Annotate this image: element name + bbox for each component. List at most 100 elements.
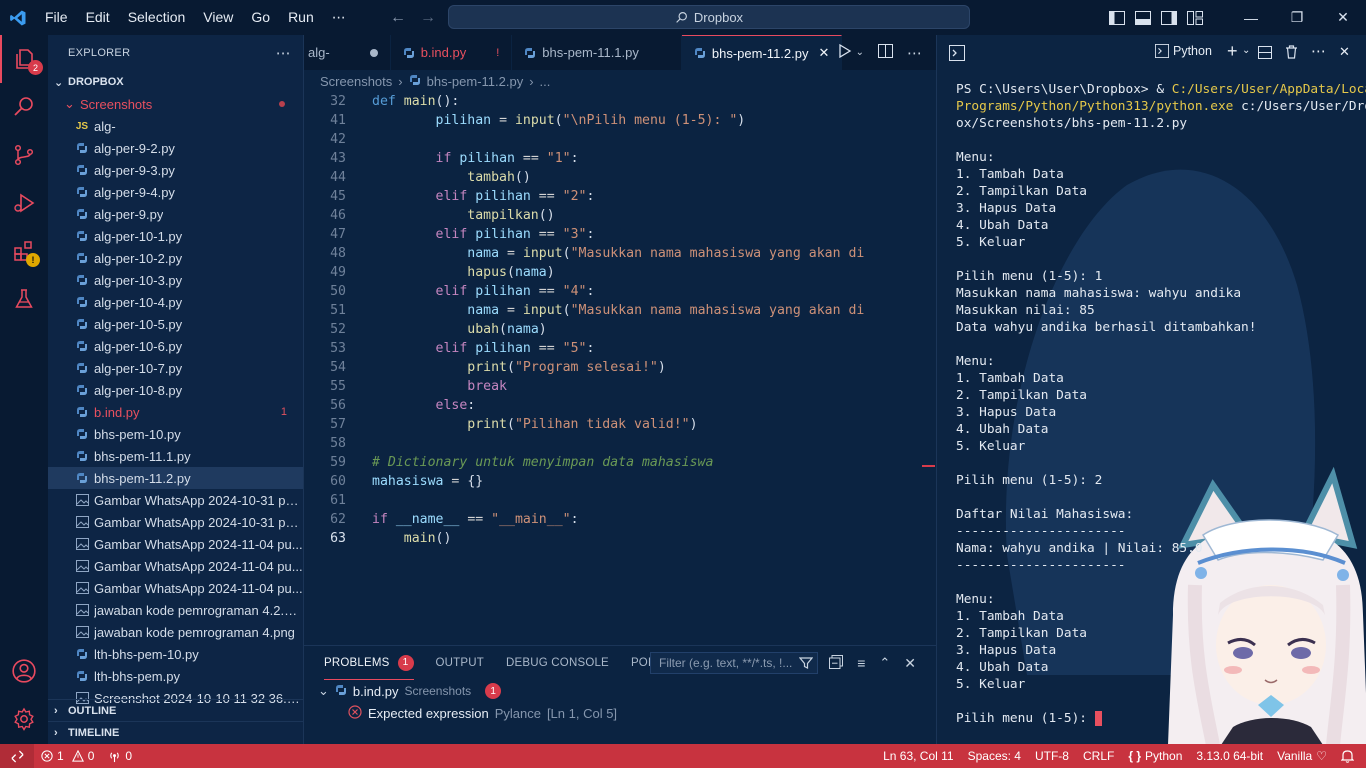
terminal-shell-selector[interactable]: Python [1155,44,1212,58]
breadcrumb-folder[interactable]: Screenshots [320,74,392,89]
ports-status[interactable]: 0 [101,744,139,768]
file-item[interactable]: jawaban kode pemrograman 4.2.png [48,599,303,621]
menu-edit[interactable]: Edit [77,0,119,35]
indentation[interactable]: Spaces: 4 [961,744,1028,768]
split-editor-icon[interactable] [878,44,893,61]
file-item[interactable]: alg-per-10-4.py [48,291,303,313]
problem-item[interactable]: Expected expression Pylance [Ln 1, Col 5… [304,702,936,724]
tab-output[interactable]: OUTPUT [436,646,484,680]
close-panel-icon[interactable]: ✕ [904,655,916,672]
file-item[interactable]: alg-per-9-4.py [48,181,303,203]
file-item[interactable]: lth-bhs-pem.py [48,665,303,687]
file-item[interactable]: bhs-pem-10.py [48,423,303,445]
manage-gear-icon[interactable] [0,695,48,743]
extensions-icon[interactable]: ! [0,227,48,275]
maximize-panel-chevron-icon[interactable]: ⌃ [879,655,890,671]
new-terminal-chevron-icon[interactable]: ⌄ [1242,45,1250,56]
encoding[interactable]: UTF-8 [1028,744,1076,768]
menu-file[interactable]: File [36,0,77,35]
split-terminal-icon[interactable] [1258,46,1272,62]
remote-indicator[interactable] [0,744,34,768]
file-item[interactable]: Gambar WhatsApp 2024-11-04 pu... [48,577,303,599]
file-item[interactable]: bhs-pem-11.1.py [48,445,303,467]
file-item[interactable]: alg-per-9-2.py [48,137,303,159]
close-window-icon[interactable]: ✕ [1320,0,1366,35]
file-item[interactable]: jawaban kode pemrograman 4.png [48,621,303,643]
back-arrow-icon[interactable]: ← [390,9,406,27]
outline-section[interactable]: › OUTLINE [48,699,303,721]
explorer-more-icon[interactable]: ⋯ [276,44,291,62]
workspace-root[interactable]: ⌄ DROPBOX [48,71,303,93]
terminal-output[interactable]: PS C:\Users\User\Dropbox> & C:/Users/Use… [956,81,1366,727]
theme-indicator[interactable]: Vanilla ♡ [1270,744,1334,768]
end-of-line[interactable]: CRLF [1076,744,1121,768]
kill-terminal-trash-icon[interactable] [1285,45,1298,62]
unsaved-dot-icon[interactable] [369,48,378,57]
collapse-all-icon[interactable] [829,654,844,672]
file-item[interactable]: alg-per-10-7.py [48,357,303,379]
tab-problems[interactable]: PROBLEMS 1 [324,646,414,680]
file-item[interactable]: bhs-pem-11.2.py [48,467,303,489]
file-item[interactable]: alg-per-10-1.py [48,225,303,247]
menu-selection[interactable]: Selection [119,0,195,35]
menu-more[interactable]: ⋯ [323,0,355,35]
terminal-icon[interactable] [949,45,965,64]
breadcrumb-file[interactable]: bhs-pem-11.2.py [427,74,524,89]
toggle-primary-sidebar-icon[interactable] [1104,0,1130,35]
vscode-logo-icon[interactable] [0,0,36,35]
close-tab-icon[interactable]: ✕ [818,45,829,61]
filter-funnel-icon[interactable] [798,656,814,673]
search-view-icon[interactable] [0,83,48,131]
file-item[interactable]: Gambar WhatsApp 2024-10-31 pu... [48,489,303,511]
notifications-bell-icon[interactable] [1334,744,1366,768]
code-editor[interactable]: 32 def main(): 41 pilihan = input("\nPilih… [304,92,936,548]
cursor-position[interactable]: Ln 63, Col 11 [876,744,961,768]
file-item[interactable]: Gambar WhatsApp 2024-10-31 pu... [48,511,303,533]
customize-layout-icon[interactable] [1182,0,1208,35]
file-item[interactable]: alg-per-10-5.py [48,313,303,335]
file-item[interactable]: alg-per-10-3.py [48,269,303,291]
editor-tab[interactable]: alg- [304,35,391,70]
menu-view[interactable]: View [194,0,242,35]
file-item[interactable]: alg-per-10-8.py [48,379,303,401]
problems-filter-input[interactable]: Filter (e.g. text, **/*.ts, !... [650,652,818,674]
close-terminal-icon[interactable]: ✕ [1339,44,1350,60]
run-python-file-icon[interactable] [838,43,852,61]
python-interpreter[interactable]: 3.13.0 64-bit [1189,744,1270,768]
editor-more-icon[interactable]: ⋯ [907,44,922,62]
file-item[interactable]: JS alg- [48,115,303,137]
file-item[interactable]: Gambar WhatsApp 2024-11-04 pu... [48,555,303,577]
file-item[interactable]: alg-per-10-2.py [48,247,303,269]
editor-tab[interactable]: bhs-pem-11.1.py [512,35,682,70]
editor-tab[interactable]: b.ind.py! [391,35,513,70]
problems-status[interactable]: 1 0 [34,744,101,768]
editor-tab[interactable]: bhs-pem-11.2.py ✕ [681,35,843,70]
timeline-section[interactable]: › TIMELINE [48,721,303,743]
explorer-icon[interactable]: 2 [0,35,48,83]
minimize-icon[interactable]: — [1228,0,1274,35]
file-item[interactable]: lth-bhs-pem-10.py [48,643,303,665]
view-as-tree-icon[interactable]: ≡ [857,655,865,671]
file-item[interactable]: Gambar WhatsApp 2024-11-04 pu... [48,533,303,555]
breadcrumb-symbol[interactable]: ... [540,74,551,89]
accounts-icon[interactable] [0,647,48,695]
terminal-more-icon[interactable]: ⋯ [1311,42,1326,60]
new-terminal-plus-icon[interactable]: + [1227,41,1238,62]
folder-screenshots[interactable]: ⌄ Screenshots [48,93,303,115]
testing-flask-icon[interactable] [0,275,48,323]
file-item[interactable]: b.ind.py 1 [48,401,303,423]
problem-file-row[interactable]: ⌄ b.ind.py Screenshots 1 [304,680,936,702]
command-center-search[interactable]: Dropbox [448,5,970,29]
file-item[interactable]: alg-per-9.py [48,203,303,225]
toggle-panel-icon[interactable] [1130,0,1156,35]
toggle-secondary-sidebar-icon[interactable] [1156,0,1182,35]
menu-run[interactable]: Run [279,0,323,35]
language-mode[interactable]: { } Python [1121,744,1189,768]
run-debug-icon[interactable] [0,179,48,227]
file-item[interactable]: alg-per-10-6.py [48,335,303,357]
forward-arrow-icon[interactable]: → [420,9,436,27]
tab-debug-console[interactable]: DEBUG CONSOLE [506,646,609,680]
file-item[interactable]: alg-per-9-3.py [48,159,303,181]
menu-go[interactable]: Go [242,0,279,35]
restore-icon[interactable]: ❐ [1274,0,1320,35]
